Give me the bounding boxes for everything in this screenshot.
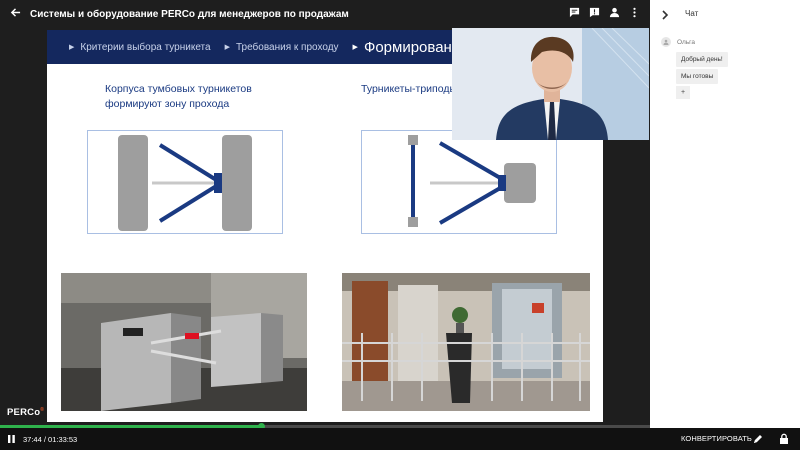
participant-button[interactable]: [609, 7, 620, 20]
time-display: 37:44 / 01:33:53: [23, 434, 78, 444]
video-player[interactable]: Системы и оборудование PERCo для менедже…: [0, 0, 650, 450]
person-icon: [609, 5, 620, 23]
breadcrumb-item: ▶ Требования к проходу: [225, 42, 339, 53]
triangle-right-icon: ▶: [224, 44, 230, 51]
logo-mark: ®: [40, 407, 45, 413]
turnstile-diagram-pedestal: [87, 130, 283, 234]
triangle-right-icon: ▶: [69, 44, 75, 51]
lock-button[interactable]: [778, 432, 790, 444]
chat-collapse-button[interactable]: [659, 8, 671, 20]
pause-button[interactable]: [2, 428, 20, 450]
turnstile-diagram-tripod: [361, 130, 557, 234]
lock-icon: [778, 432, 790, 449]
webcam-video: [452, 28, 649, 140]
chat-user-name: Ольга: [677, 38, 696, 46]
comment-alert-icon: [589, 5, 600, 23]
pause-icon: [7, 430, 15, 448]
chat-message: Добрый день!: [676, 52, 728, 67]
app-window: Системы и оборудование PERCo для менедже…: [0, 0, 800, 450]
triangle-right-icon: ▶: [352, 44, 358, 51]
control-bar: 37:44 / 01:33:53: [0, 428, 800, 450]
turnstile-photo-right: [342, 273, 590, 411]
breadcrumb-item: ▶ Критерии выбора турникета: [69, 42, 211, 53]
add-message-button[interactable]: +: [676, 86, 690, 99]
back-button[interactable]: [0, 0, 30, 28]
arrow-left-icon: [10, 5, 21, 23]
chat-title: Чат: [685, 9, 699, 18]
more-vert-icon: [629, 5, 640, 23]
chat-message: Мы готовы: [676, 69, 719, 84]
top-toolbar: [569, 0, 640, 28]
more-button[interactable]: [629, 7, 640, 20]
edit-button[interactable]: [752, 432, 764, 444]
top-bar: Системы и оборудование PERCo для менедже…: [0, 0, 650, 28]
chat-user: Ольга: [661, 37, 695, 47]
chevron-right-icon: [659, 8, 671, 25]
chat-panel: Чат Ольга Добрый день! Мы готовы +: [650, 0, 800, 428]
breadcrumb-label: Критерии выбора турникета: [80, 41, 211, 53]
turnstile-photo-left: [61, 273, 307, 411]
perco-logo: PERCo®: [7, 407, 44, 418]
logo-text: PERCo: [7, 407, 41, 419]
page-title: Системы и оборудование PERCo для менедже…: [30, 8, 349, 20]
pencil-icon: [752, 432, 764, 449]
chat-button[interactable]: [569, 7, 580, 20]
slide-caption-left: Корпуса тумбовых турникетов формируют зо…: [105, 83, 252, 110]
chat-icon: [569, 5, 580, 23]
avatar: [661, 37, 671, 47]
comment-button[interactable]: [589, 7, 600, 20]
convert-button[interactable]: КОНВЕРТИРОВАТЬ: [681, 434, 752, 443]
breadcrumb-label: Требования к проходу: [235, 41, 339, 53]
